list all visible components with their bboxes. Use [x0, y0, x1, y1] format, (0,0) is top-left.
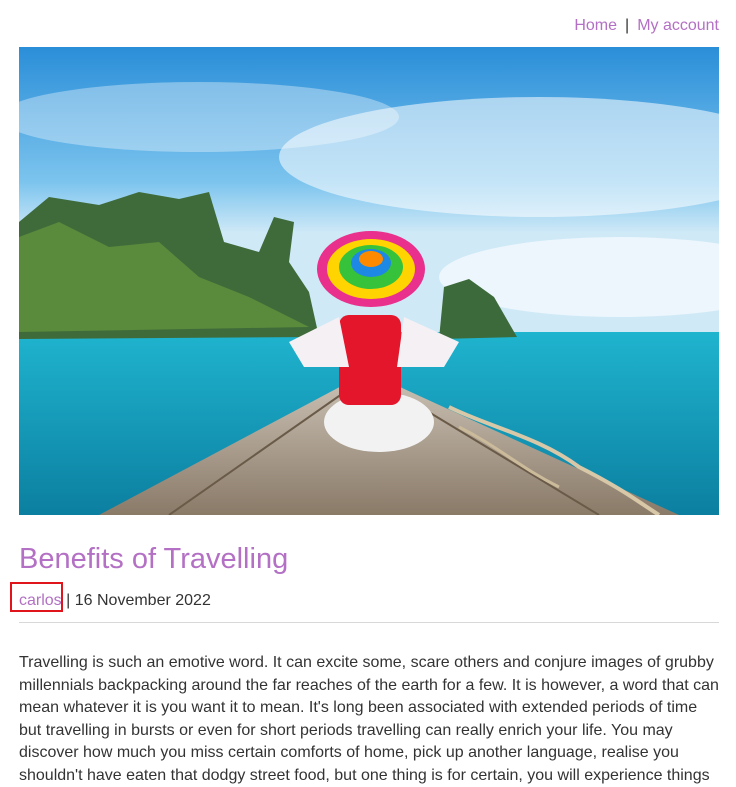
hero-image	[19, 47, 719, 515]
my-account-link[interactable]: My account	[637, 17, 719, 34]
meta-separator: |	[66, 592, 71, 609]
post-date: 16 November 2022	[74, 592, 211, 609]
nav-separator: |	[625, 17, 630, 34]
hero-photo	[19, 47, 719, 515]
post-meta: carlos | 16 November 2022	[19, 589, 211, 613]
author-link[interactable]: carlos	[19, 592, 62, 609]
home-link[interactable]: Home	[574, 17, 617, 34]
divider	[19, 622, 719, 623]
top-nav: Home | My account	[574, 14, 719, 38]
post-body: Travelling is such an emotive word. It c…	[19, 654, 719, 784]
post-title: Benefits of Travelling	[19, 543, 289, 575]
